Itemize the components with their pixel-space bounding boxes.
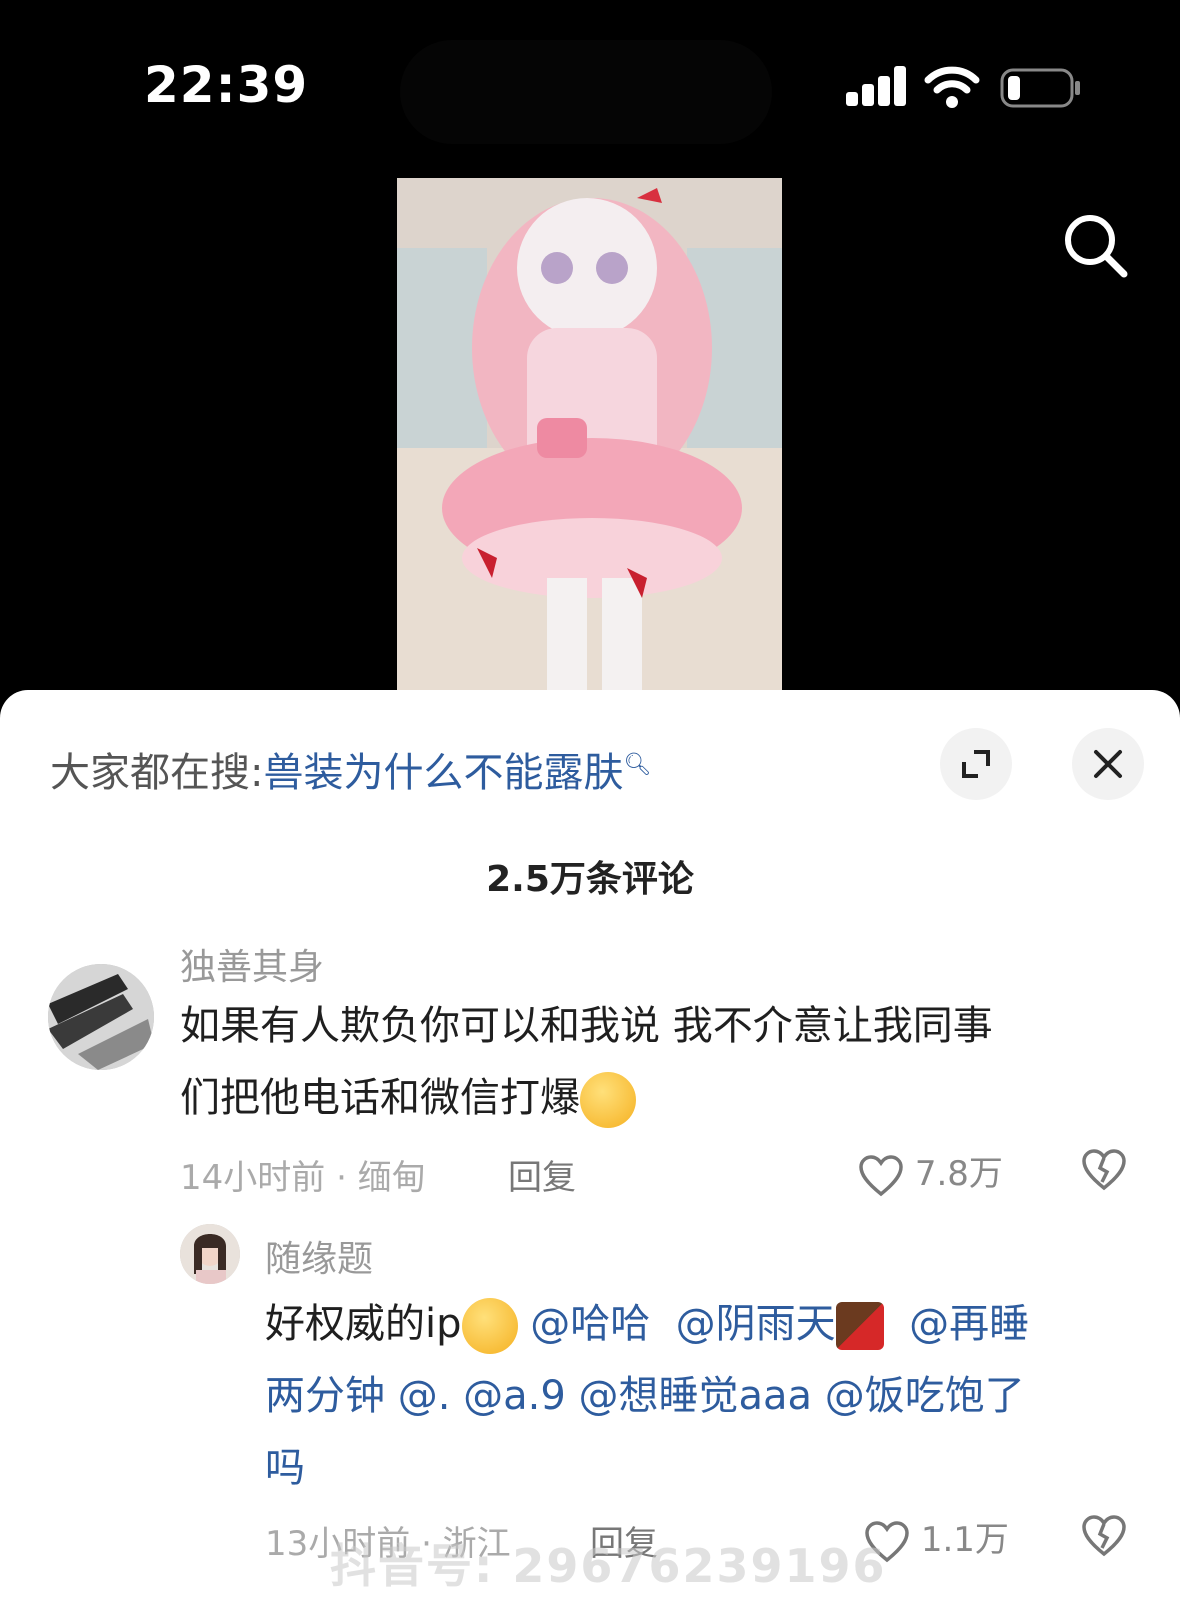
watermark: 抖音号: 29676239196 xyxy=(330,1539,887,1593)
laughing-crying-emoji-icon xyxy=(461,1298,518,1354)
mention-link[interactable]: @再睡 xyxy=(909,1301,1029,1347)
avatar-image xyxy=(180,1224,240,1284)
battery-icon xyxy=(1000,68,1080,108)
comment-sheet: 大家都在搜:兽装为什么不能露肤🔍︎ 2.5万条评论 独善其身 如果有人欺负你可以… xyxy=(0,690,1180,1614)
video-area[interactable] xyxy=(0,170,1180,690)
mention-link[interactable]: @阴雨天 xyxy=(676,1301,836,1347)
comment-text-segment: 好权威的ip xyxy=(265,1301,462,1347)
like-count: 1.1万 xyxy=(920,1520,1009,1560)
wifi-icon xyxy=(924,66,980,108)
avatar[interactable] xyxy=(180,1224,240,1284)
comment-text-line: 好权威的ip @哈哈 @阴雨天 @再睡 xyxy=(265,1288,1145,1360)
costume-figure-image xyxy=(397,178,782,690)
mention-line[interactable]: 两分钟 @. @a.9 @想睡觉aaa @饭吃饱了 xyxy=(265,1360,1145,1432)
status-bar: 22:39 xyxy=(0,0,1180,170)
search-icon[interactable] xyxy=(1060,210,1130,280)
dynamic-island xyxy=(400,40,772,144)
chocolate-emoji-icon xyxy=(835,1302,884,1350)
comment-username[interactable]: 随缘题 xyxy=(265,1230,373,1282)
mention-link[interactable]: @哈哈 xyxy=(530,1301,650,1347)
video-thumbnail[interactable] xyxy=(397,178,782,690)
mention-line[interactable]: 吗 xyxy=(265,1432,1145,1504)
clock: 22:39 xyxy=(144,56,309,114)
comment-text: 好权威的ip @哈哈 @阴雨天 @再睡 两分钟 @. @a.9 @想睡觉aaa … xyxy=(265,1288,1145,1504)
cellular-signal-icon xyxy=(846,66,908,106)
broken-heart-icon[interactable] xyxy=(1080,1514,1128,1558)
reply-comment-item: 随缘题 好权威的ip @哈哈 @阴雨天 @再睡 两分钟 @. @a.9 @想睡觉… xyxy=(0,690,1180,1614)
